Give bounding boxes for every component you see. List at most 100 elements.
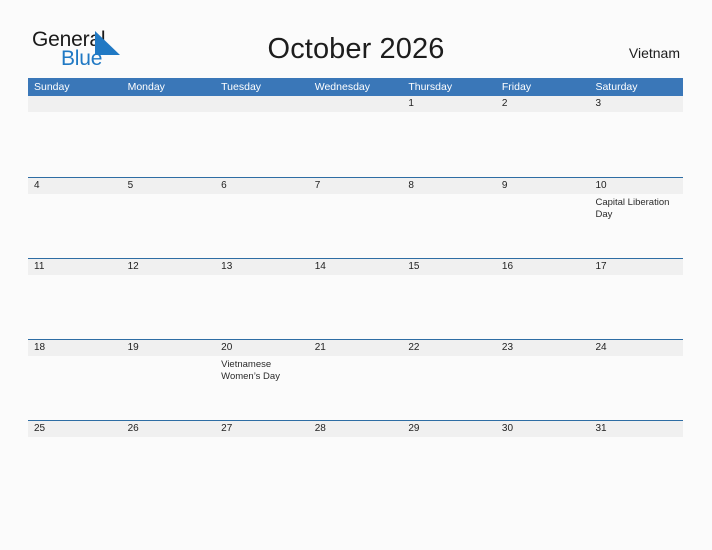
day-number: 17 <box>595 261 607 272</box>
day-cell[interactable]: 25 <box>28 421 122 501</box>
day-event <box>402 275 496 278</box>
day-event <box>496 356 590 359</box>
page-header: General Blue October 2026 Vietnam <box>0 0 712 69</box>
weekday-monday: Monday <box>127 81 165 93</box>
day-cell[interactable]: 15 <box>402 259 496 339</box>
day-event: Capital Liberation Day <box>595 197 670 220</box>
day-event <box>402 112 496 115</box>
day-event <box>309 356 403 359</box>
day-number: 31 <box>595 423 607 434</box>
day-number: 1 <box>408 98 414 109</box>
day-event <box>402 437 496 440</box>
page-title: October 2026 <box>267 33 445 65</box>
day-cell[interactable]: 1 <box>402 96 496 177</box>
day-number: 3 <box>595 98 602 109</box>
day-number: 15 <box>408 261 420 272</box>
day-number: 14 <box>314 261 326 272</box>
weekday-thursday: Thursday <box>408 81 453 93</box>
day-cell-holiday[interactable]: 10 Capital Liberation Day <box>589 178 684 258</box>
day-number: 10 <box>595 180 607 191</box>
week-row: 25 26 27 28 29 30 31 <box>28 420 684 501</box>
weekday-sunday: Sunday <box>34 81 70 93</box>
day-cell[interactable]: 31 <box>589 421 684 501</box>
day-event <box>215 437 309 440</box>
day-event <box>496 194 590 197</box>
day-cell[interactable]: 17 <box>589 259 684 339</box>
day-event <box>589 275 683 278</box>
day-number: 20 <box>221 342 233 353</box>
day-number: 2 <box>501 98 508 109</box>
day-cell[interactable]: 28 <box>308 421 403 501</box>
day-cell[interactable]: 22 <box>402 340 496 420</box>
day-number: 21 <box>314 342 326 353</box>
day-event <box>28 356 122 359</box>
day-number: 7 <box>314 180 321 191</box>
day-event <box>589 112 683 115</box>
day-number: 28 <box>314 423 326 434</box>
day-event <box>309 194 403 197</box>
day-cell[interactable]: 13 <box>215 259 309 339</box>
day-event <box>28 275 122 278</box>
day-cell[interactable] <box>121 96 216 177</box>
day-cell[interactable]: 14 <box>308 259 403 339</box>
day-cell[interactable]: 21 <box>308 340 403 420</box>
day-cell[interactable]: 30 <box>495 421 590 501</box>
day-cell[interactable]: 7 <box>308 178 403 258</box>
day-cell[interactable]: 9 <box>495 178 590 258</box>
day-cell[interactable]: 11 <box>28 259 122 339</box>
day-event <box>589 437 683 440</box>
day-cell[interactable]: 29 <box>402 421 496 501</box>
day-event <box>122 112 216 115</box>
day-cell[interactable]: 5 <box>121 178 216 258</box>
day-number: 24 <box>595 342 607 353</box>
day-event <box>309 112 403 115</box>
day-event <box>496 437 590 440</box>
day-event <box>496 112 590 115</box>
day-event <box>122 194 216 197</box>
weekday-tuesday: Tuesday <box>221 81 262 93</box>
day-event <box>28 194 122 197</box>
day-cell[interactable]: 3 <box>589 96 684 177</box>
day-cell[interactable]: 2 <box>495 96 590 177</box>
day-cell-holiday[interactable]: 20 Vietnamese Women’s Day <box>215 340 309 420</box>
day-number: 8 <box>408 180 414 191</box>
day-number: 12 <box>127 261 139 272</box>
day-number: 16 <box>501 261 514 272</box>
weekday-saturday: Saturday <box>595 81 638 93</box>
day-event <box>122 437 216 440</box>
week-row: 11 12 13 14 15 16 17 <box>28 258 684 339</box>
day-number: 29 <box>408 423 420 434</box>
day-number: 19 <box>127 342 139 353</box>
day-cell[interactable]: 12 <box>121 259 216 339</box>
day-cell[interactable] <box>308 96 403 177</box>
calendar-weeks: 1 2 3 4 5 6 7 8 9 10 Capital Liberation D… <box>28 96 684 501</box>
day-cell[interactable]: 24 <box>589 340 684 420</box>
day-number: 30 <box>501 423 514 434</box>
day-number: 13 <box>221 261 233 272</box>
calendar-page: General Blue October 2026 Vietnam Sunday… <box>0 0 712 550</box>
day-event <box>122 356 216 359</box>
week-row: 1 2 3 <box>28 96 684 177</box>
calendar-grid: Sunday Monday Tuesday Wednesday Thursday… <box>28 78 684 501</box>
day-cell[interactable]: 8 <box>402 178 496 258</box>
day-number: 11 <box>34 261 45 272</box>
day-cell[interactable]: 18 <box>28 340 122 420</box>
day-cell[interactable]: 19 <box>121 340 216 420</box>
day-cell[interactable]: 6 <box>215 178 309 258</box>
day-number: 25 <box>34 423 46 434</box>
day-cell[interactable]: 4 <box>28 178 122 258</box>
day-cell[interactable]: 23 <box>495 340 590 420</box>
day-cell[interactable] <box>215 96 309 177</box>
day-cell[interactable]: 26 <box>121 421 216 501</box>
day-number: 27 <box>221 423 233 434</box>
day-number: 5 <box>127 180 134 191</box>
day-cell[interactable] <box>28 96 122 177</box>
day-event <box>309 437 403 440</box>
week-row: 18 19 20 Vietnamese Women’s Day 21 22 23 … <box>28 339 684 420</box>
day-cell[interactable]: 27 <box>215 421 309 501</box>
day-number: 18 <box>34 342 46 353</box>
day-number: 6 <box>221 180 227 191</box>
week-row: 4 5 6 7 8 9 10 Capital Liberation Day <box>28 177 684 258</box>
weekday-friday: Friday <box>501 81 532 93</box>
day-cell[interactable]: 16 <box>495 259 590 339</box>
